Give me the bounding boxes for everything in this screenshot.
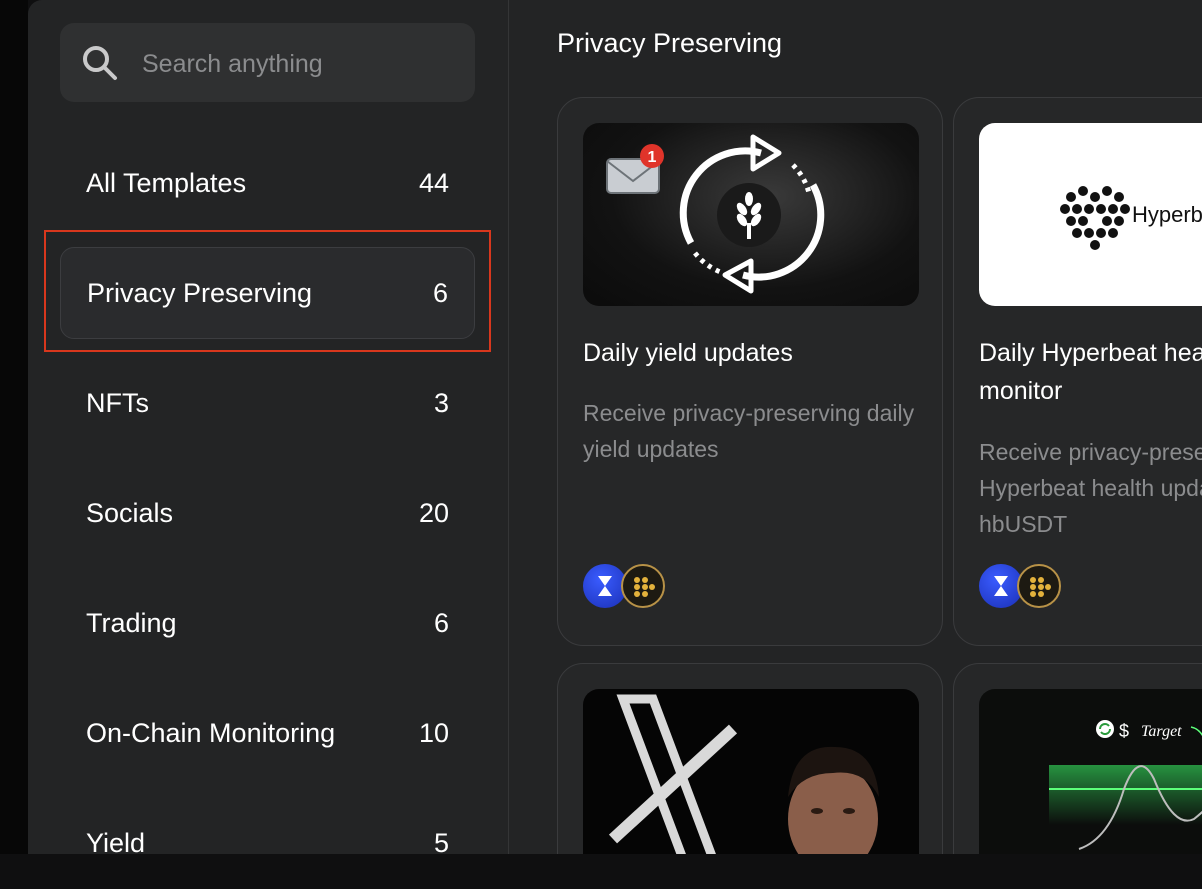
category-sidebar: All Templates 44 Privacy Preserving 6 NF… — [28, 0, 509, 858]
category-count: 10 — [418, 717, 449, 748]
card-title: Daily Hyperbeat healthrate monitor — [979, 339, 1202, 405]
section-title: Privacy Preserving — [557, 28, 783, 58]
search-icon — [83, 46, 117, 80]
hyperbeat-logo: Hyperbeat — [1060, 186, 1202, 250]
integration-avatars — [583, 564, 673, 612]
category-count: 44 — [418, 167, 449, 198]
person-portrait — [788, 746, 879, 854]
currency-symbol: $ — [1119, 721, 1129, 741]
card-thumbnail: 1 — [583, 123, 919, 306]
template-card-x-social[interactable] — [557, 663, 943, 854]
target-label: Target — [1141, 723, 1182, 740]
category-label: On-Chain Monitoring — [86, 717, 336, 748]
card-description: Receive privacy-preserving daily yield u… — [583, 400, 915, 462]
price-target-chart-image: $ Target — [1049, 720, 1202, 850]
category-yield[interactable]: Yield 5 — [60, 797, 475, 889]
card-description: Receive privacy-preserving daily Hyperbe… — [979, 439, 1202, 537]
card-thumbnail: Hyperbeat — [979, 123, 1202, 306]
category-label: Socials — [86, 497, 174, 528]
category-nfts[interactable]: NFTs 3 — [60, 357, 475, 449]
card-thumbnail: $ Target — [979, 689, 1202, 854]
category-all-templates[interactable]: All Templates 44 — [60, 137, 475, 229]
category-trading[interactable]: Trading 6 — [60, 577, 475, 669]
badge-count: 1 — [648, 149, 657, 166]
card-title: Daily yield updates — [583, 339, 793, 367]
category-count: 6 — [433, 607, 449, 638]
x-logo-icon — [608, 694, 738, 854]
category-socials[interactable]: Socials 20 — [60, 467, 475, 559]
template-card-hyperbeat[interactable]: Hyperbeat Daily Hyperbeat healthrate mon… — [953, 97, 1202, 646]
dots-token-icon — [1017, 564, 1061, 608]
search-input[interactable] — [140, 43, 464, 85]
integration-avatars — [979, 564, 1069, 612]
category-on-chain-monitoring[interactable]: On-Chain Monitoring 10 — [60, 687, 475, 779]
templates-main: Privacy Preserving 1 Daily yield updates… — [509, 0, 1202, 854]
left-window-edge — [0, 0, 28, 854]
refresh-coin-icon — [1096, 720, 1114, 738]
category-count: 20 — [418, 497, 449, 528]
selection-highlight — [44, 230, 491, 352]
x-logo-portrait-image — [608, 694, 879, 854]
dots-token-icon — [621, 564, 665, 608]
logo-text: Hyperbeat — [1132, 202, 1202, 227]
category-label: NFTs — [86, 387, 149, 418]
category-label: Trading — [86, 607, 177, 638]
template-card-price-target[interactable]: $ Target — [953, 663, 1202, 854]
category-label: All Templates — [86, 167, 247, 198]
search-box[interactable] — [60, 23, 475, 102]
category-count: 3 — [433, 387, 449, 418]
yield-refresh-icon: 1 — [606, 134, 825, 294]
template-card-daily-yield[interactable]: 1 Daily yield updates Receive privacy-pr… — [557, 97, 943, 646]
card-thumbnail — [583, 689, 919, 854]
